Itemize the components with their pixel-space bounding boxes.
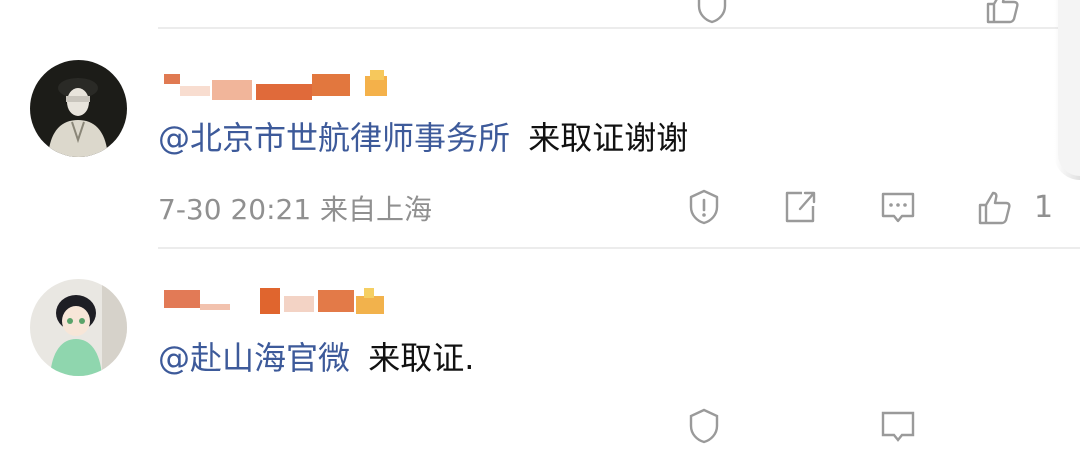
- exclamation-shield-icon: [689, 408, 719, 444]
- mention-link[interactable]: @赴山海官微: [158, 339, 350, 377]
- share-box-icon: [785, 191, 816, 223]
- avatar[interactable]: [30, 279, 127, 376]
- comment-bubble-icon: [881, 192, 915, 223]
- exclamation-shield-icon: [689, 189, 719, 225]
- username-redacted[interactable]: [160, 70, 392, 106]
- username-redacted[interactable]: [160, 284, 392, 320]
- reply-button[interactable]: [878, 396, 918, 456]
- comment-text: @北京市世航律师事务所 来取证谢谢: [158, 113, 688, 159]
- top-action-row-partial: [688, 0, 736, 30]
- mention-link[interactable]: @北京市世航律师事务所: [158, 119, 510, 157]
- comment-body: 来取证谢谢: [528, 119, 689, 157]
- comment-text: @赴山海官微 来取证.: [158, 333, 474, 379]
- share-button[interactable]: [780, 177, 820, 237]
- like-button[interactable]: 1: [974, 177, 1053, 237]
- divider: [158, 247, 1080, 249]
- reply-button[interactable]: [878, 177, 918, 237]
- scrollbar-thumb[interactable]: [1058, 0, 1080, 176]
- comment-actions: 1: [676, 177, 1066, 237]
- scrollbar[interactable]: [1054, 0, 1080, 180]
- thumbs-up-icon[interactable]: [978, 0, 1026, 30]
- like-count: 1: [1034, 189, 1054, 225]
- report-button[interactable]: [684, 177, 724, 237]
- comment-actions-partial: [676, 396, 1066, 456]
- divider: [158, 27, 1080, 29]
- avatar[interactable]: [30, 60, 127, 157]
- comment-meta: 7-30 20:21 来自上海: [158, 193, 433, 226]
- comment-list: @北京市世航律师事务所 来取证谢谢 7-30 20:21 来自上海 1 @赴山海…: [0, 0, 1080, 444]
- report-icon[interactable]: [688, 0, 736, 30]
- comment-bubble-icon: [881, 411, 915, 442]
- comment-body: 来取证.: [368, 339, 475, 377]
- report-button[interactable]: [684, 396, 724, 456]
- thumbs-up-icon: [978, 191, 1011, 225]
- top-like-partial: [978, 0, 1026, 30]
